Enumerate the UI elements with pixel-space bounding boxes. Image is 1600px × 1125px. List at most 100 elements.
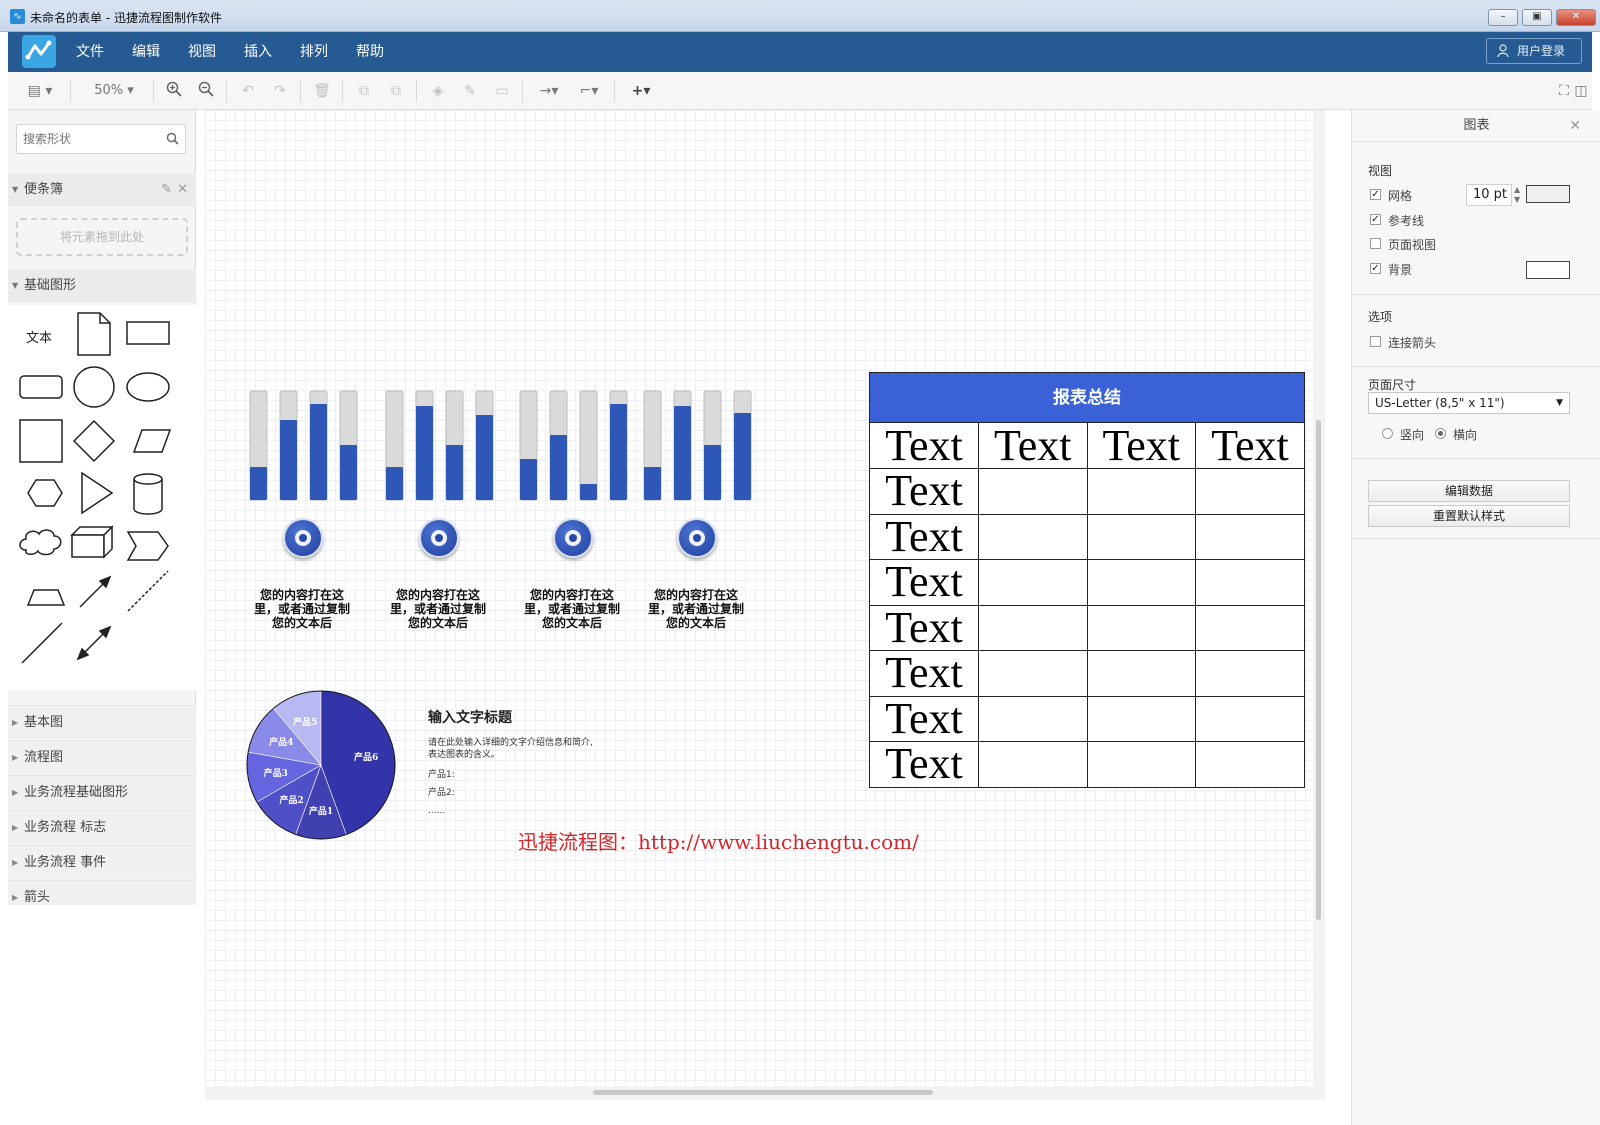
edit-icon[interactable]: ✎: [161, 174, 172, 206]
category-bpmn-events[interactable]: ▶ 业务流程 事件: [8, 845, 196, 879]
close-icon[interactable]: ✕: [1569, 110, 1581, 142]
table-cell[interactable]: [1086, 741, 1196, 788]
text-shape[interactable]: 文本: [26, 327, 52, 346]
page-view-checkbox[interactable]: [1370, 238, 1381, 249]
layout-toggle-button[interactable]: ▤ ▾: [22, 81, 58, 101]
report-title[interactable]: 报表总结: [870, 373, 1304, 423]
table-cell[interactable]: [978, 695, 1088, 742]
square-shape[interactable]: [19, 419, 63, 463]
table-cell[interactable]: [1086, 468, 1196, 515]
arrow-line-shape[interactable]: [79, 575, 112, 608]
dashed-line-shape[interactable]: [127, 570, 169, 612]
bar-group[interactable]: 您的内容打在这 里，或者通过复制 您的文本后: [385, 390, 496, 630]
circle-shape[interactable]: [73, 366, 115, 408]
scratchpad-drop-zone[interactable]: 将元素拖到此处: [16, 218, 188, 256]
category-basic-diagram[interactable]: ▶ 基本图: [8, 705, 196, 739]
bar-group[interactable]: 您的内容打在这 里，或者通过复制 您的文本后: [643, 390, 754, 630]
hexagon-shape[interactable]: [27, 479, 63, 507]
rounded-rectangle-shape[interactable]: [19, 375, 63, 399]
table-cell[interactable]: [978, 604, 1088, 651]
bar-caption[interactable]: 您的内容打在这 里，或者通过复制 您的文本后: [517, 588, 627, 630]
close-window-button[interactable]: ✕: [1556, 9, 1596, 26]
scroll-thumb[interactable]: [1316, 420, 1321, 920]
table-cell[interactable]: Text: [870, 468, 979, 515]
table-cell[interactable]: [1086, 559, 1196, 606]
pie-item[interactable]: 产品2:: [428, 787, 455, 799]
table-cell[interactable]: [978, 650, 1088, 697]
table-cell[interactable]: [1195, 468, 1304, 515]
table-cell[interactable]: [978, 513, 1088, 560]
table-cell[interactable]: Text: [870, 559, 979, 606]
search-icon[interactable]: [166, 132, 179, 145]
pie-item[interactable]: 产品1:: [428, 769, 455, 781]
table-cell[interactable]: Text: [1195, 423, 1304, 469]
category-flowchart[interactable]: ▶ 流程图: [8, 740, 196, 774]
menu-file[interactable]: 文件: [76, 32, 104, 72]
table-cell[interactable]: Text: [870, 604, 979, 651]
pie-description[interactable]: 请在此处输入详细的文字介绍信息和简介,: [428, 737, 593, 749]
cylinder-shape[interactable]: [133, 473, 163, 515]
grid-color-swatch[interactable]: [1526, 185, 1570, 203]
table-cell[interactable]: [1195, 650, 1304, 697]
connector-style-button[interactable]: →▾: [534, 81, 564, 101]
horizontal-scrollbar[interactable]: [205, 1086, 1313, 1100]
grid-size-input[interactable]: 10 pt: [1466, 184, 1512, 206]
trapezoid-shape[interactable]: [26, 589, 66, 606]
table-cell[interactable]: [1195, 741, 1304, 788]
zoom-in-button[interactable]: [164, 81, 184, 101]
login-button[interactable]: 用户登录: [1486, 38, 1582, 64]
pie-chart[interactable]: 产品1 产品2 产品3 产品4产品5 产品6: [243, 687, 399, 843]
table-cell[interactable]: Text: [870, 650, 979, 697]
portrait-radio[interactable]: [1382, 428, 1393, 439]
parallelogram-shape[interactable]: [132, 429, 172, 453]
send-back-button[interactable]: ⧉: [386, 81, 406, 101]
table-cell[interactable]: Text: [1086, 423, 1196, 469]
undo-button[interactable]: ↶: [238, 81, 258, 101]
table-cell[interactable]: [1086, 513, 1196, 560]
menu-insert[interactable]: 插入: [244, 32, 272, 72]
line-color-button[interactable]: ✎: [460, 81, 480, 101]
background-color-swatch[interactable]: [1526, 261, 1570, 279]
bar-group[interactable]: 您的内容打在这 里，或者通过复制 您的文本后: [519, 390, 630, 630]
basic-shapes-header[interactable]: ▼ 基础图形: [8, 270, 196, 302]
table-cell[interactable]: Text: [870, 695, 979, 742]
fill-color-button[interactable]: ◈: [428, 81, 448, 101]
table-cell[interactable]: [1086, 604, 1196, 651]
table-cell[interactable]: [1195, 513, 1304, 560]
landscape-radio[interactable]: [1435, 428, 1446, 439]
ellipse-shape[interactable]: [126, 372, 170, 402]
report-table[interactable]: 报表总结 Text Text Text Text Text Text Text Text Tex…: [869, 372, 1305, 788]
document-shape[interactable]: [77, 312, 111, 356]
bar-group[interactable]: 您的内容打在这 里，或者通过复制 您的文本后: [249, 390, 360, 630]
table-cell[interactable]: [1086, 650, 1196, 697]
table-cell[interactable]: [978, 468, 1088, 515]
bar-caption[interactable]: 您的内容打在这 里，或者通过复制 您的文本后: [247, 588, 357, 630]
menu-arrange[interactable]: 排列: [300, 32, 328, 72]
guides-checkbox[interactable]: ✓: [1370, 214, 1381, 225]
table-cell[interactable]: Text: [870, 423, 979, 469]
close-icon[interactable]: ✕: [177, 174, 188, 206]
stepper-arrows-icon[interactable]: ▲ ▼: [1514, 185, 1520, 205]
maximize-button[interactable]: ▣: [1522, 9, 1552, 26]
delete-button[interactable]: 🗑: [312, 81, 332, 101]
format-panel-toggle[interactable]: ◫: [1574, 81, 1588, 101]
cube-shape[interactable]: [70, 525, 114, 559]
diamond-shape[interactable]: [72, 419, 116, 463]
table-cell[interactable]: Text: [870, 513, 979, 560]
reset-style-button[interactable]: 重置默认样式: [1368, 505, 1570, 527]
rectangle-shape[interactable]: [126, 321, 170, 345]
table-cell[interactable]: [978, 559, 1088, 606]
redo-button[interactable]: ↷: [270, 81, 290, 101]
table-cell[interactable]: [978, 741, 1088, 788]
table-cell[interactable]: [1195, 695, 1304, 742]
notes-section-header[interactable]: ▼ 便条簿 ✎ ✕: [8, 174, 196, 206]
zoom-out-button[interactable]: [196, 81, 216, 101]
insert-button[interactable]: +▾: [626, 81, 656, 101]
shadow-button[interactable]: ▭: [492, 81, 512, 101]
background-checkbox[interactable]: ✓: [1370, 263, 1381, 274]
waypoint-style-button[interactable]: ⌐▾: [574, 81, 604, 101]
shape-search-input[interactable]: [17, 125, 157, 153]
table-cell[interactable]: [1195, 559, 1304, 606]
vertical-scrollbar[interactable]: [1313, 110, 1325, 1100]
pie-description[interactable]: 表达图表的含义。: [428, 749, 500, 761]
